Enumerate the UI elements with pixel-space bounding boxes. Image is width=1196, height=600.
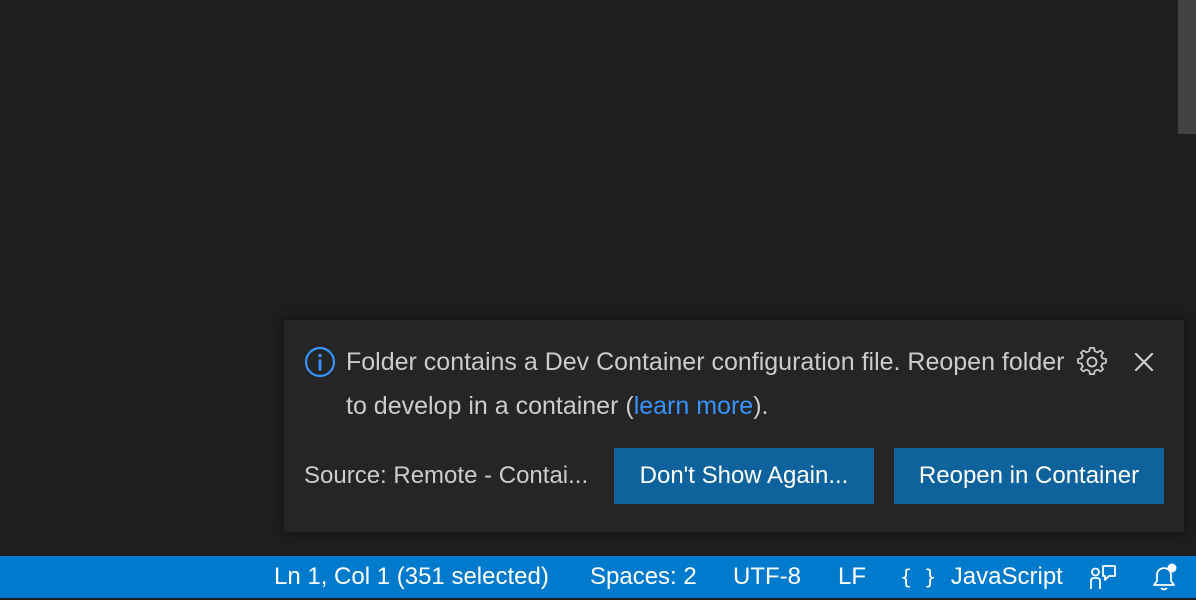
status-cursor-position[interactable]: Ln 1, Col 1 (351 selected)	[274, 556, 549, 598]
reopen-in-container-button[interactable]: Reopen in Container	[894, 448, 1164, 504]
status-language-label: JavaScript	[950, 563, 1063, 590]
scrollbar-thumb[interactable]	[1178, 0, 1196, 134]
status-language-mode[interactable]: { } JavaScript	[900, 556, 1063, 598]
notification-close-button[interactable]	[1126, 344, 1162, 380]
notification-source: Source: Remote - Contai...	[304, 462, 589, 489]
notification-message: Folder contains a Dev Container configur…	[346, 340, 1066, 428]
status-indentation[interactable]: Spaces: 2	[590, 556, 697, 598]
learn-more-link[interactable]: learn more	[634, 392, 754, 420]
bell-icon[interactable]	[1148, 561, 1180, 593]
status-line-ending[interactable]: LF	[838, 556, 866, 598]
close-icon	[1134, 352, 1154, 372]
info-icon	[304, 346, 336, 378]
feedback-icon[interactable]	[1087, 561, 1119, 593]
dont-show-again-button[interactable]: Don't Show Again...	[614, 448, 874, 504]
status-encoding[interactable]: UTF-8	[733, 556, 801, 598]
notification-message-end: ).	[753, 392, 769, 420]
notification-toast: Folder contains a Dev Container configur…	[284, 320, 1184, 532]
braces-icon: { }	[900, 565, 937, 589]
gear-icon	[1077, 347, 1107, 375]
status-bar: Ln 1, Col 1 (351 selected) Spaces: 2 UTF…	[0, 556, 1196, 598]
notification-settings-button[interactable]	[1074, 344, 1110, 380]
